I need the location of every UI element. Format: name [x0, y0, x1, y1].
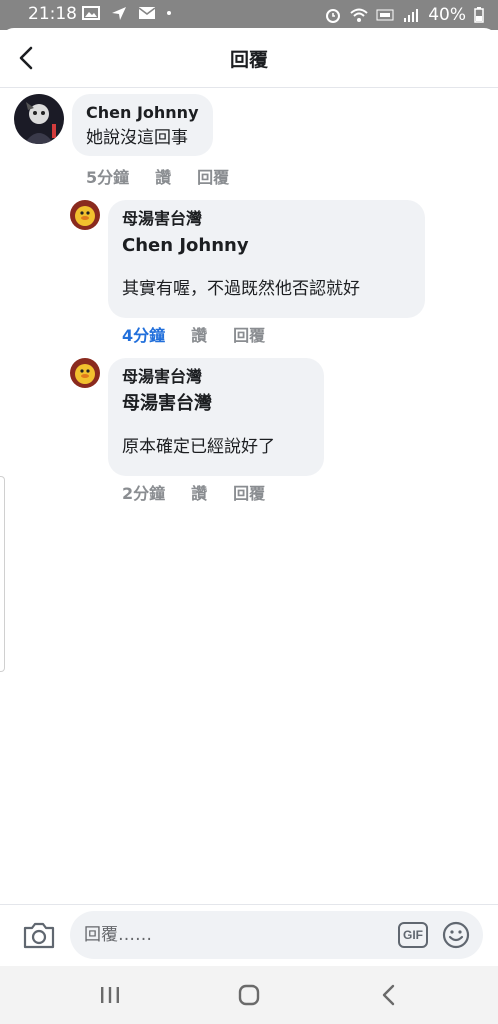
navigation-icon: [112, 7, 126, 20]
status-time: 21:18: [28, 4, 77, 24]
comment-actions: 5分鐘 讚 回覆: [86, 164, 229, 188]
reply-input-box[interactable]: GIF: [70, 911, 483, 959]
emoji-button[interactable]: [442, 921, 470, 949]
mention-tag[interactable]: Chen Johnny: [122, 233, 411, 259]
camera-icon: [23, 922, 55, 949]
header: 回覆: [0, 28, 498, 88]
comment-time[interactable]: 5分鐘: [86, 164, 129, 188]
gif-button[interactable]: GIF: [398, 922, 428, 948]
comment-actions: 2分鐘 讚 回覆: [122, 480, 265, 504]
emoji-icon: [442, 921, 470, 949]
reply-composer: GIF: [0, 904, 498, 966]
volte-icon: [376, 9, 394, 21]
mention-tag[interactable]: 母湯害台灣: [122, 391, 310, 417]
comment-author[interactable]: 母湯害台灣: [122, 209, 411, 229]
battery-percent: 40%: [428, 5, 466, 25]
mail-icon: [138, 7, 156, 19]
avatar[interactable]: [70, 200, 100, 230]
signal-icon: [404, 9, 419, 22]
comment-author[interactable]: Chen Johnny: [86, 103, 199, 123]
battery-icon: [474, 7, 484, 23]
avatar-image: [14, 94, 64, 144]
like-button[interactable]: 讚: [155, 164, 171, 188]
system-nav-bar: [0, 966, 498, 1024]
recent-apps-icon: [101, 987, 119, 1003]
reply-button[interactable]: 回覆: [233, 480, 265, 504]
comment-time[interactable]: 4分鐘: [122, 322, 165, 346]
comment-text: 其實有喔，不過既然他否認就好: [122, 279, 360, 299]
back-arrow-icon: [382, 984, 395, 1006]
comment-text: 她說沒這回事: [86, 128, 188, 148]
comment-actions: 4分鐘 讚 回覆: [122, 322, 265, 346]
comment-time[interactable]: 2分鐘: [122, 480, 165, 504]
like-button[interactable]: 讚: [191, 322, 207, 346]
comment-item: 母湯害台灣 Chen Johnny 其實有喔，不過既然他否認就好: [70, 200, 425, 318]
home-button[interactable]: [235, 982, 263, 1008]
like-button[interactable]: 讚: [191, 480, 207, 504]
comment-bubble[interactable]: 母湯害台灣 Chen Johnny 其實有喔，不過既然他否認就好: [108, 200, 425, 318]
image-icon: [82, 6, 100, 20]
status-bar: 21:18 40%: [0, 0, 498, 30]
avatar-image: [70, 358, 100, 388]
comment-item: Chen Johnny 她說沒這回事: [14, 94, 213, 156]
comment-author[interactable]: 母湯害台灣: [122, 367, 310, 387]
home-icon: [238, 984, 260, 1006]
comment-text: 原本確定已經說好了: [122, 437, 275, 457]
comment-bubble[interactable]: 母湯害台灣 母湯害台灣 原本確定已經說好了: [108, 358, 324, 476]
back-nav-button[interactable]: [375, 982, 403, 1008]
page-title: 回覆: [229, 49, 268, 71]
reply-button[interactable]: 回覆: [197, 164, 229, 188]
reply-input[interactable]: [84, 921, 384, 949]
wifi-icon: [350, 8, 368, 22]
avatar[interactable]: [14, 94, 64, 144]
avatar[interactable]: [70, 358, 100, 388]
reply-button[interactable]: 回覆: [233, 322, 265, 346]
recent-apps-button[interactable]: [96, 982, 124, 1008]
dot-icon: [167, 11, 171, 15]
camera-button[interactable]: [22, 919, 56, 951]
edge-panel-handle[interactable]: [0, 476, 5, 672]
avatar-image: [70, 200, 100, 230]
comment-item: 母湯害台灣 母湯害台灣 原本確定已經說好了: [70, 358, 324, 476]
comment-bubble[interactable]: Chen Johnny 她說沒這回事: [72, 94, 213, 156]
alarm-icon: [326, 9, 341, 23]
